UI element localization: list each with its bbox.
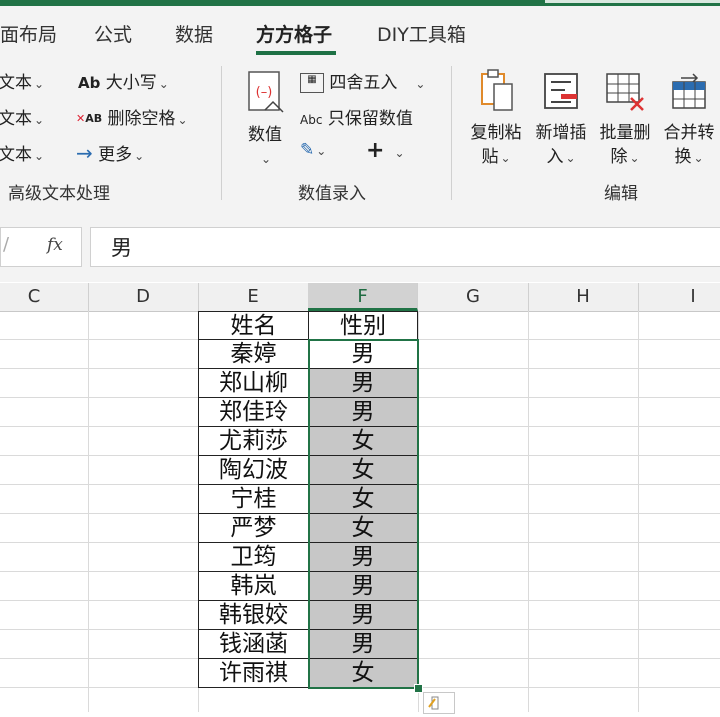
column-header-f[interactable]: F	[308, 283, 418, 311]
copy-paste-button[interactable]: 复制粘 贴 ⌄	[465, 68, 527, 170]
active-tab-indicator	[256, 51, 336, 55]
round-icon: ▦	[300, 73, 324, 93]
text-dropdown-3[interactable]: 文本 ⌄	[0, 140, 44, 165]
header-cell-name[interactable]: 姓名	[198, 311, 309, 340]
cell-name[interactable]: 卫筠	[198, 543, 309, 572]
cell-name[interactable]: 严梦	[198, 514, 309, 543]
cell-name[interactable]: 宁桂	[198, 485, 309, 514]
abc-icon: Abc	[300, 113, 323, 127]
add-insert-button[interactable]: 新增插 入 ⌄	[530, 68, 592, 170]
gridline	[88, 311, 89, 712]
column-header-i[interactable]: I	[638, 283, 720, 311]
cell-gender[interactable]: 女	[309, 659, 418, 688]
cell-gender[interactable]: 男	[309, 572, 418, 601]
keep-numbers-button[interactable]: Abc 只保留数值	[300, 104, 413, 129]
group-label-edit: 编辑	[604, 184, 638, 204]
value-icon: (–)	[248, 71, 284, 113]
text-dropdown-1[interactable]: 文本 ⌄	[0, 68, 44, 93]
cell-gender[interactable]: 男	[309, 398, 418, 427]
cell-name[interactable]: 秦婷	[198, 340, 309, 369]
edit-icon: ✎	[300, 140, 315, 160]
cell-name[interactable]: 韩银姣	[198, 601, 309, 630]
cell-gender[interactable]: 男	[309, 601, 418, 630]
gridline	[418, 311, 419, 712]
fill-handle[interactable]	[414, 684, 423, 693]
delete-grid-icon	[606, 73, 644, 111]
merge-convert-button[interactable]: 合并转 换 ⌄	[658, 68, 720, 170]
edit-dropdown-button[interactable]: ✎ ⌄	[300, 140, 326, 160]
text-dropdown-2[interactable]: 文本 ⌄	[0, 104, 44, 129]
formula-input[interactable]: 男	[90, 227, 720, 267]
column-header-e[interactable]: E	[198, 283, 309, 311]
cell-gender[interactable]: 男	[309, 543, 418, 572]
cell-gender-active[interactable]: 男	[309, 340, 418, 369]
column-header-h[interactable]: H	[528, 283, 639, 311]
cell-name[interactable]: 许雨祺	[198, 659, 309, 688]
plus-icon: +	[366, 138, 385, 163]
remove-spaces-button[interactable]: ✕AB 删除空格 ⌄	[76, 104, 188, 129]
text-case-icon: Ab	[78, 74, 101, 92]
batch-delete-button[interactable]: 批量删 除 ⌄	[594, 68, 656, 170]
gridline	[638, 311, 639, 712]
cell-name[interactable]: 陶幻波	[198, 456, 309, 485]
group-label-text: 高级文本处理	[8, 184, 110, 204]
more-button[interactable]: → 更多 ⌄	[76, 140, 144, 165]
column-header-d[interactable]: D	[88, 283, 199, 311]
formula-value: 男	[111, 236, 132, 260]
group-label-value: 数值录入	[298, 184, 366, 204]
cell-gender[interactable]: 男	[309, 369, 418, 398]
ribbon-tab-row: 面布局 公式 数据 方方格子 DIY工具箱	[0, 6, 720, 58]
tab-fangfanggezi[interactable]: 方方格子	[256, 20, 332, 47]
group-separator	[221, 66, 222, 200]
column-header-g[interactable]: G	[418, 283, 529, 311]
worksheet-grid[interactable]: C D E F G H I 姓名 性别 秦婷 男 郑山柳 男 郑佳玲 男 尤莉莎…	[0, 283, 720, 714]
formula-bar: / fx 男	[0, 210, 720, 282]
tab-data[interactable]: 数据	[175, 20, 213, 47]
cell-name[interactable]: 韩岚	[198, 572, 309, 601]
column-headers: C D E F G H I	[0, 283, 720, 312]
title-bar-highlight	[545, 0, 720, 3]
tab-page-layout[interactable]: 面布局	[0, 20, 57, 47]
insert-rows-icon	[544, 73, 578, 109]
cell-gender[interactable]: 男	[309, 630, 418, 659]
cell-name[interactable]: 郑山柳	[198, 369, 309, 398]
gridline	[528, 311, 529, 712]
formula-controls: / fx	[0, 227, 82, 267]
cell-name[interactable]: 郑佳玲	[198, 398, 309, 427]
column-header-c[interactable]: C	[0, 283, 89, 311]
merge-table-icon	[672, 73, 706, 109]
separator-icon: /	[3, 234, 10, 255]
header-cell-gender[interactable]: 性别	[309, 311, 418, 340]
tab-formulas[interactable]: 公式	[94, 20, 132, 47]
remove-spaces-icon: ✕AB	[76, 112, 103, 125]
quick-analysis-glyph	[428, 696, 439, 710]
value-button[interactable]: (–) 数值 ⌄	[240, 68, 290, 171]
cell-gender[interactable]: 女	[309, 514, 418, 543]
group-separator	[451, 66, 452, 200]
cell-gender[interactable]: 女	[309, 456, 418, 485]
add-dropdown-button[interactable]: + ⌄	[366, 138, 405, 163]
cell-name[interactable]: 尤莉莎	[198, 427, 309, 456]
cell-name[interactable]: 钱涵菡	[198, 630, 309, 659]
clipboard-icon	[481, 69, 513, 111]
cell-gender[interactable]: 女	[309, 485, 418, 514]
cell-gender[interactable]: 女	[309, 427, 418, 456]
quick-analysis-icon[interactable]	[423, 692, 455, 714]
ribbon: 文本 ⌄ 文本 ⌄ 文本 ⌄ Ab 大小写 ⌄ ✕AB 删除空格 ⌄ → 更多 ⌄ 高级文本…	[0, 58, 720, 211]
tab-diy-toolbox[interactable]: DIY工具箱	[377, 20, 466, 47]
text-case-button[interactable]: Ab 大小写 ⌄	[78, 68, 169, 93]
svg-text:(–): (–)	[256, 85, 273, 100]
arrow-right-icon: →	[76, 141, 93, 165]
function-icon[interactable]: fx	[47, 235, 63, 255]
round-button[interactable]: ▦ 四舍五入 ⌄	[300, 68, 425, 93]
